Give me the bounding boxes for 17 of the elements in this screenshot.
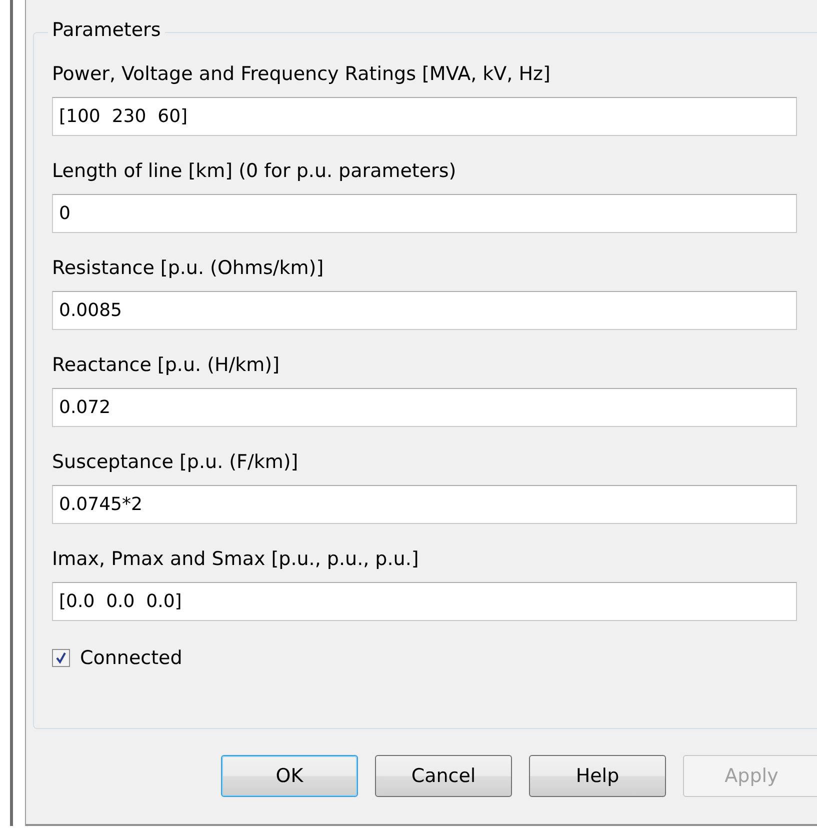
input-field[interactable]: 0: [52, 194, 797, 233]
input-field[interactable]: [100 230 60]: [52, 97, 797, 136]
field-label: Length of line [km] (0 for p.u. parameters): [52, 160, 458, 182]
field-label: Reactance [p.u. (H/km)]: [52, 354, 281, 376]
dialog-button[interactable]: Cancel: [375, 755, 512, 797]
dialog-button[interactable]: Help: [529, 755, 666, 797]
input-field[interactable]: 0.072: [52, 388, 797, 427]
field-label: Resistance [p.u. (Ohms/km)]: [52, 257, 325, 279]
checkbox[interactable]: [52, 649, 70, 667]
input-field[interactable]: [0.0 0.0 0.0]: [52, 582, 797, 621]
input-field[interactable]: 0.0745*2: [52, 485, 797, 524]
input-field[interactable]: 0.0085: [52, 291, 797, 330]
checkbox-label: Connected: [80, 647, 182, 669]
field-label: Susceptance [p.u. (F/km)]: [52, 451, 300, 473]
field-label: Imax, Pmax and Smax [p.u., p.u., p.u.]: [52, 548, 420, 570]
field-label: Power, Voltage and Frequency Ratings [MVA, kV, Hz]: [52, 63, 552, 85]
dialog-button[interactable]: OK: [221, 755, 358, 797]
